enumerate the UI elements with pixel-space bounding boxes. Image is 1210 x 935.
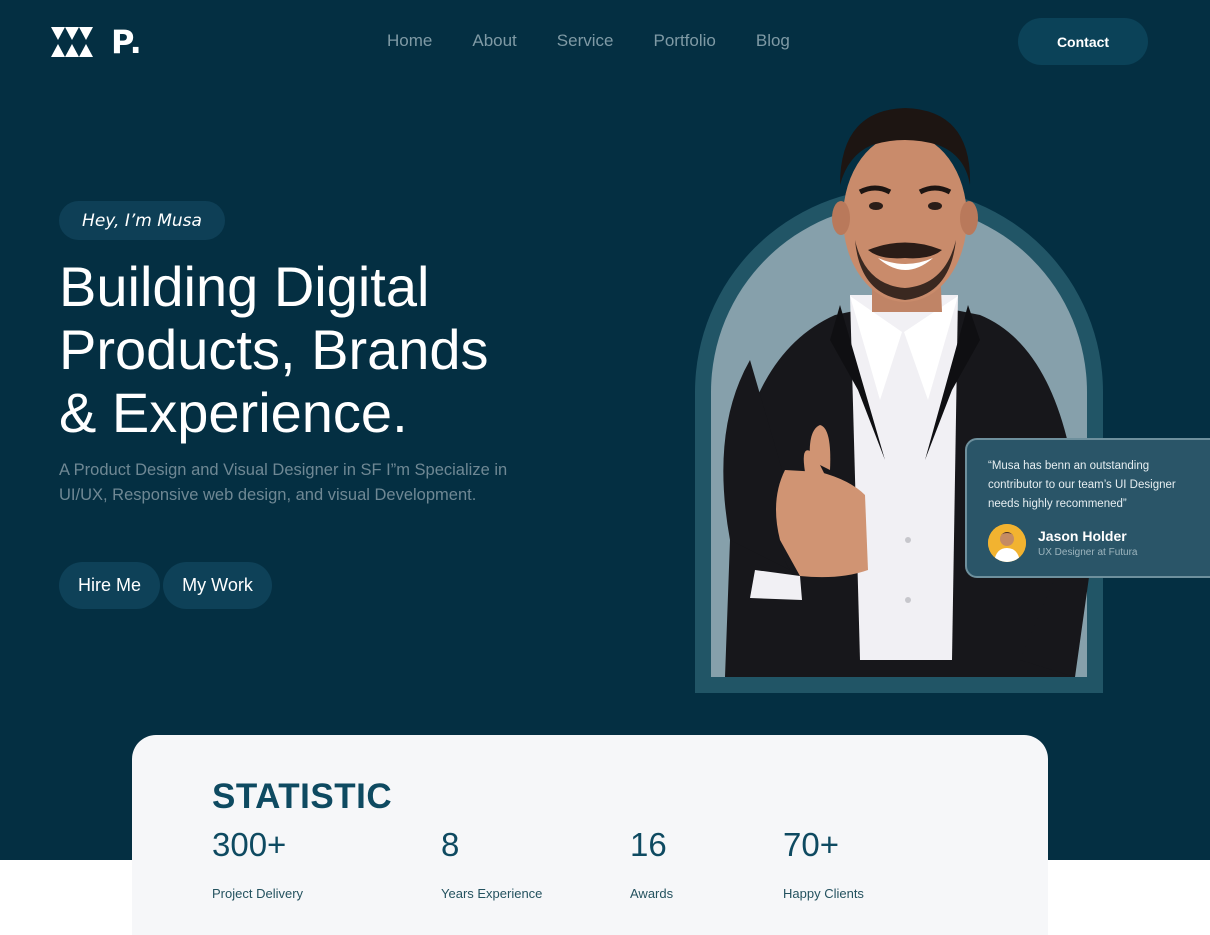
nav-portfolio[interactable]: Portfolio — [653, 31, 715, 51]
hire-me-button[interactable]: Hire Me — [59, 562, 160, 609]
headline-line-3: & Experience. — [59, 381, 408, 444]
statistic-title: STATISTIC — [212, 777, 393, 816]
nav-service[interactable]: Service — [557, 31, 614, 51]
nav-about[interactable]: About — [472, 31, 516, 51]
stat-awards-label: Awards — [630, 886, 674, 901]
logo[interactable]: P. — [51, 25, 143, 59]
stat-project-delivery-value: 300+ — [212, 826, 287, 863]
greeting-badge: Hey, I’m Musa — [59, 201, 225, 240]
stat-project-delivery-label: Project Delivery — [212, 886, 304, 901]
hero-subtitle: A Product Design and Visual Designer in … — [59, 461, 508, 504]
headline-line-2: Products, Brands — [59, 318, 489, 381]
headline-line-1: Building Digital — [59, 255, 430, 318]
hero-section: P. Home About Service Portfolio Blog Con… — [0, 0, 1210, 860]
my-work-button[interactable]: My Work — [163, 562, 272, 609]
main-nav: Home About Service Portfolio Blog — [387, 30, 830, 52]
contact-button[interactable]: Contact — [1018, 18, 1148, 65]
avatar-icon — [988, 524, 1026, 562]
logo-mark-icon — [51, 27, 93, 57]
portrait-image — [723, 108, 1090, 677]
testimonial-card: “Musa has benn an outstanding contributo… — [965, 438, 1210, 578]
hero-headline: Building Digital Products, Brands & Expe… — [59, 255, 579, 444]
reviewer-name: Jason Holder — [1038, 528, 1127, 544]
testimonial-quote: “Musa has benn an outstanding contributo… — [988, 460, 1176, 510]
nav-home[interactable]: Home — [387, 31, 432, 51]
stat-awards-value: 16 — [630, 826, 667, 863]
logo-letter: P. — [111, 23, 143, 61]
stat-years-experience-value: 8 — [441, 826, 460, 863]
nav-blog[interactable]: Blog — [756, 31, 790, 51]
reviewer-role: UX Designer at Futura — [1038, 547, 1138, 558]
stat-happy-clients-label: Happy Clients — [783, 886, 864, 901]
statistic-panel: STATISTIC 300+ Project Delivery 8 Years … — [132, 735, 1048, 935]
stat-years-experience-label: Years Experience — [441, 886, 543, 901]
avatar — [988, 524, 1026, 562]
stat-happy-clients-value: 70+ — [783, 826, 839, 863]
